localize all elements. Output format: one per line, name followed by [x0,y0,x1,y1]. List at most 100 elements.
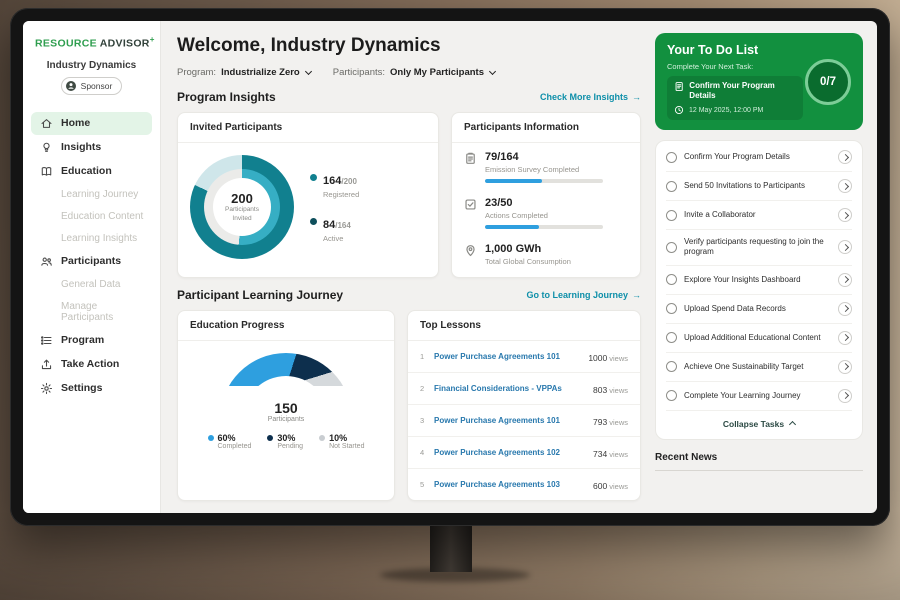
lesson-link[interactable]: Power Purchase Agreements 101 [434,352,581,361]
chevron-right-icon[interactable] [838,302,852,316]
sponsor-badge[interactable]: Sponsor [61,77,123,95]
clock-icon [674,105,684,115]
progress-track [485,179,603,183]
sidebar-item-participants[interactable]: Participants [31,250,152,273]
sidebar-nav: Home Insights Education Learning Journey [23,109,160,403]
task-item[interactable]: Complete Your Learning Journey [666,382,852,411]
sidebar-item-education-content[interactable]: Education Content [31,206,152,227]
home-icon [39,117,53,130]
sidebar-item-program[interactable]: Program [31,329,152,352]
sidebar-item-label: Education [61,165,112,177]
chevron-right-icon[interactable] [838,360,852,374]
chevron-right-icon[interactable] [838,208,852,222]
lesson-views-label: views [609,386,628,395]
todo-progress-ring: 0/7 [805,59,851,105]
learning-journey-cards: Education Progress 150 Participants [177,310,641,501]
education-progress-gauge: 150 Participants [220,353,352,419]
stat-label: Actions Completed [485,211,603,220]
task-item[interactable]: Explore Your Insights Dashboard [666,266,852,295]
card-title: Invited Participants [178,113,438,143]
logo-plus: + [150,35,155,44]
stat-value: 23/50 [485,197,603,209]
sidebar-item-label: Home [61,117,90,129]
list-icon [39,334,53,347]
checkbox-circle[interactable] [666,361,677,372]
desk-background: RESOURCE ADVISOR+ Industry Dynamics Spon… [0,0,900,600]
task-item[interactable]: Confirm Your Program Details [666,143,852,172]
legend-item-active: 84/164 Active [310,215,359,243]
next-task-box[interactable]: Confirm Your Program Details 12 May 2025… [667,76,803,120]
go-to-learning-journey-link[interactable]: Go to Learning Journey → [526,290,641,300]
monitor-bezel: RESOURCE ADVISOR+ Industry Dynamics Spon… [10,8,890,526]
sidebar-item-settings[interactable]: Settings [31,377,152,400]
gauge-legend: 60% Completed 30% Pending 10% Not Starte… [178,421,394,462]
check-more-insights-link[interactable]: Check More Insights → [540,92,641,102]
sidebar-item-general-data[interactable]: General Data [31,274,152,295]
checkbox-circle[interactable] [666,274,677,285]
sidebar-item-manage-participants[interactable]: Manage Participants [31,296,152,328]
sidebar-item-education[interactable]: Education [31,160,152,183]
legend-label: Active [323,234,351,243]
lesson-link[interactable]: Power Purchase Agreements 103 [434,480,586,489]
lesson-link[interactable]: Financial Considerations - VPPAs [434,384,586,393]
app-logo: RESOURCE ADVISOR+ [23,31,160,60]
task-label: Upload Additional Educational Content [684,333,831,343]
task-item[interactable]: Send 50 Invitations to Participants [666,172,852,201]
checkbox-circle[interactable] [666,303,677,314]
task-item[interactable]: Upload Additional Educational Content [666,324,852,353]
lesson-link[interactable]: Power Purchase Agreements 102 [434,448,586,457]
chevron-down-icon [305,68,312,75]
chevron-right-icon[interactable] [838,179,852,193]
sidebar-item-label: Take Action [61,358,119,370]
lesson-rank: 3 [420,416,427,425]
right-panel: Your To Do List Complete Your Next Task:… [655,21,877,513]
sidebar-item-label: Learning Journey [61,189,138,200]
lesson-rank: 4 [420,448,427,457]
stat-label: Total Global Consumption [485,257,571,266]
sidebar-item-insights[interactable]: Insights [31,136,152,159]
sidebar-item-learning-journey[interactable]: Learning Journey [31,184,152,205]
task-label: Send 50 Invitations to Participants [684,181,831,191]
checkbox-circle[interactable] [666,181,677,192]
checkbox-circle[interactable] [666,210,677,221]
chevron-right-icon[interactable] [838,273,852,287]
lesson-views: 1000 [588,353,607,363]
task-item[interactable]: Upload Spend Data Records [666,295,852,324]
legend-total: /164 [335,221,351,230]
sidebar-item-home[interactable]: Home [31,112,152,135]
todo-progress-value: 0/7 [820,76,836,88]
checkbox-circle[interactable] [666,152,677,163]
todo-summary-card: Your To Do List Complete Your Next Task:… [655,33,863,130]
checkbox-circle[interactable] [666,390,677,401]
checkbox-circle[interactable] [666,242,677,253]
dashboard-app: RESOURCE ADVISOR+ Industry Dynamics Spon… [23,21,877,513]
chevron-right-icon[interactable] [838,150,852,164]
sponsor-badge-label: Sponsor [81,81,113,91]
participants-select[interactable]: Only My Participants [390,67,495,78]
chevron-right-icon[interactable] [838,240,852,254]
sidebar-item-take-action[interactable]: Take Action [31,353,152,376]
checkbox-circle[interactable] [666,332,677,343]
program-insights-cards: Invited Participants 200 Participants In… [177,112,641,278]
lesson-row: 5 Power Purchase Agreements 103 600views [408,469,640,500]
lesson-views: 793 [593,417,607,427]
main-content: Welcome, Industry Dynamics Program: Indu… [161,21,655,513]
legend-label: Registered [323,190,359,199]
chevron-right-icon[interactable] [838,389,852,403]
sidebar-item-label: Participants [61,255,121,267]
chevron-right-icon[interactable] [838,331,852,345]
task-item[interactable]: Verify participants requesting to join t… [666,230,852,266]
lesson-views-label: views [609,482,628,491]
logo-text-advisor: ADVISOR [100,38,150,50]
sidebar-item-learning-insights[interactable]: Learning Insights [31,228,152,249]
collapse-tasks-button[interactable]: Collapse Tasks [666,411,852,437]
lesson-link[interactable]: Power Purchase Agreements 101 [434,416,586,425]
document-icon [674,81,684,92]
learning-journey-section-header: Participant Learning Journey Go to Learn… [177,288,641,302]
legend-dot [310,174,317,181]
task-item[interactable]: Achieve One Sustainability Target [666,353,852,382]
section-title: Participant Learning Journey [177,288,343,302]
program-select[interactable]: Industrialize Zero [221,67,311,78]
task-item[interactable]: Invite a Collaborator [666,201,852,230]
lesson-row: 1 Power Purchase Agreements 101 1000view… [408,341,640,373]
